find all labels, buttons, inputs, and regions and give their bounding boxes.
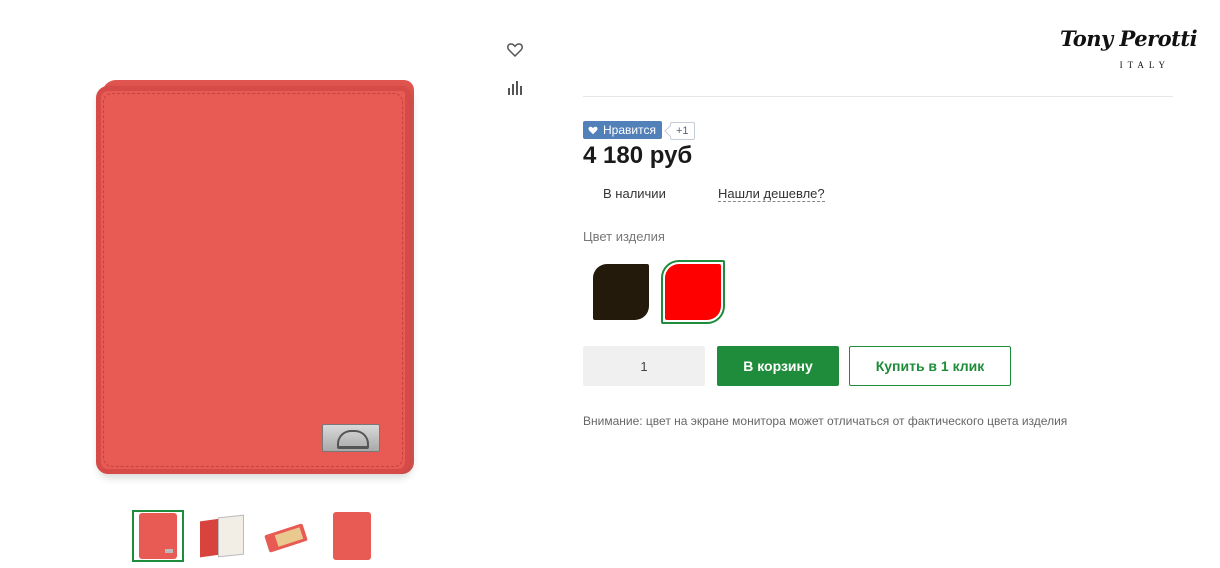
brand-logo[interactable]: Tony Perotti ITALY — [1060, 26, 1198, 72]
brand-metal-plate — [322, 424, 380, 452]
favorite-heart-icon[interactable] — [504, 39, 526, 61]
brand-logo-subtext: ITALY — [1119, 60, 1170, 70]
color-notice: Внимание: цвет на экране мониторa может … — [583, 414, 1068, 428]
thumbnail-wallet-back[interactable] — [326, 510, 378, 562]
color-swatch-dark-brown[interactable] — [589, 260, 653, 324]
header-divider — [583, 96, 1173, 97]
thumbnail-wallet-open[interactable] — [196, 510, 248, 562]
stock-status: В наличии — [603, 186, 666, 201]
compare-bar-chart-icon[interactable] — [504, 77, 526, 99]
like-label: Нравится — [603, 123, 656, 137]
buy-one-click-button[interactable]: Купить в 1 клик — [849, 346, 1011, 386]
brand-logo-text: Tony Perotti — [1060, 26, 1198, 51]
heart-icon — [588, 126, 598, 134]
like-button[interactable]: Нравится — [583, 121, 662, 139]
thumbnail-wallet-open-angle[interactable] — [260, 510, 312, 562]
wallet-front-cover — [96, 86, 410, 474]
product-main-image[interactable] — [96, 78, 416, 478]
found-cheaper-link[interactable]: Нашли дешевле? — [718, 186, 825, 202]
thumbnail-wallet-front[interactable] — [132, 510, 184, 562]
color-label: Цвет изделия — [583, 229, 665, 244]
quantity-input[interactable] — [583, 346, 705, 386]
like-count: +1 — [670, 122, 695, 140]
product-price: 4 180 руб — [583, 142, 693, 169]
color-swatch-red[interactable] — [661, 260, 725, 324]
add-to-cart-button[interactable]: В корзину — [717, 346, 839, 386]
